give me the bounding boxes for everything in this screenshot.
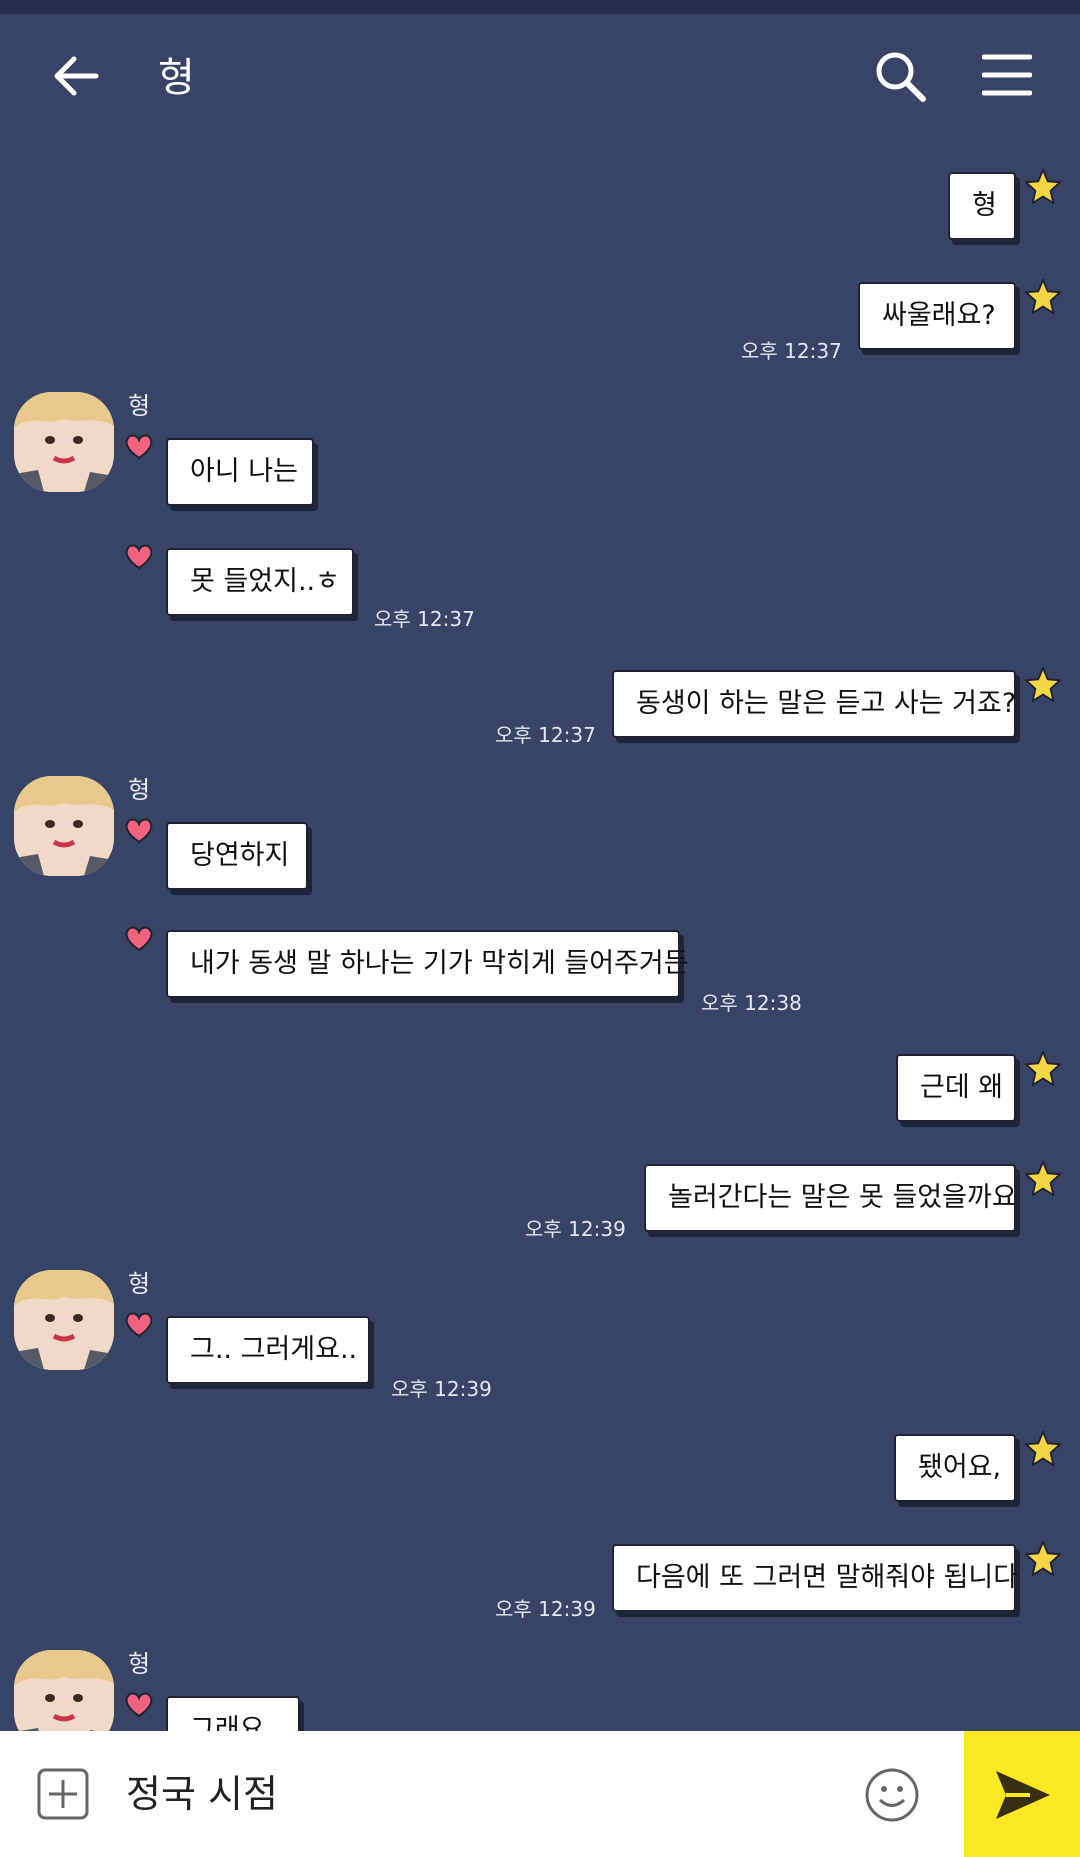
star-icon <box>1024 168 1062 205</box>
menu-icon[interactable] <box>982 52 1032 98</box>
star-icon <box>1024 1160 1062 1197</box>
chat-messages: 형 싸울래요? 오후 12:37 형 아니 나는 못 들었지..ㅎ 오후 12:… <box>0 134 1080 1731</box>
message-time: 오후 12:39 <box>495 1597 596 1621</box>
message-outgoing: 놀러간다는 말은 못 들었을까요 <box>644 1160 1062 1236</box>
heart-icon <box>125 434 153 460</box>
message-bubble[interactable]: 다음에 또 그러면 말해줘야 됩니다 <box>612 1544 1018 1612</box>
emoji-icon[interactable] <box>864 1767 920 1823</box>
avatar[interactable] <box>14 776 114 876</box>
sender-name: 형 <box>128 1270 151 1298</box>
message-bubble[interactable]: 근데 왜 <box>896 1054 1016 1122</box>
star-icon <box>1024 278 1062 315</box>
avatar[interactable] <box>14 1650 114 1731</box>
sender-name: 형 <box>128 776 151 804</box>
message-time: 오후 12:37 <box>495 723 596 747</box>
message-incoming: 아니 나는 <box>125 434 314 510</box>
plus-icon[interactable] <box>36 1767 90 1821</box>
message-bubble[interactable]: 당연하지 <box>166 822 308 890</box>
message-incoming: 그래요 <box>125 1692 300 1731</box>
star-icon <box>1024 666 1062 703</box>
status-bar <box>0 0 1080 14</box>
sender-name: 형 <box>128 392 151 420</box>
avatar[interactable] <box>14 392 114 492</box>
message-bubble[interactable]: 형 <box>948 172 1016 240</box>
heart-icon <box>125 544 153 570</box>
message-incoming: 내가 동생 말 하나는 기가 막히게 들어주거든 <box>125 926 689 1002</box>
message-bubble[interactable]: 동생이 하는 말은 듣고 사는 거죠? <box>612 670 1016 738</box>
search-icon[interactable] <box>872 48 928 104</box>
message-bubble[interactable]: 됐어요, <box>894 1434 1016 1502</box>
heart-icon <box>125 1312 153 1338</box>
message-bubble[interactable]: 그.. 그러게요.. <box>166 1316 370 1384</box>
heart-icon <box>125 926 153 952</box>
message-bubble[interactable]: 못 들었지..ㅎ <box>166 548 354 616</box>
message-time: 오후 12:39 <box>391 1377 492 1401</box>
star-icon <box>1024 1430 1062 1467</box>
message-input[interactable]: 정국 시점 <box>126 1771 278 1817</box>
send-button[interactable] <box>964 1731 1080 1857</box>
chat-title: 형 <box>158 55 195 101</box>
message-outgoing: 근데 왜 <box>896 1050 1062 1126</box>
message-bubble[interactable]: 싸울래요? <box>858 282 1016 350</box>
star-icon <box>1024 1050 1062 1087</box>
heart-icon <box>125 1692 153 1718</box>
message-outgoing: 됐어요, <box>894 1430 1062 1506</box>
message-time: 오후 12:37 <box>374 607 475 631</box>
message-incoming: 당연하지 <box>125 818 308 894</box>
avatar[interactable] <box>14 1270 114 1370</box>
message-time: 오후 12:38 <box>701 991 802 1015</box>
message-incoming: 그.. 그러게요.. <box>125 1312 370 1388</box>
message-outgoing: 싸울래요? <box>858 278 1062 354</box>
sender-name: 형 <box>128 1650 151 1678</box>
message-bubble[interactable]: 내가 동생 말 하나는 기가 막히게 들어주거든 <box>166 930 689 998</box>
message-outgoing: 동생이 하는 말은 듣고 사는 거죠? <box>612 666 1062 742</box>
message-time: 오후 12:39 <box>525 1217 626 1241</box>
heart-icon <box>125 818 153 844</box>
message-bubble[interactable]: 아니 나는 <box>166 438 314 506</box>
back-arrow-icon[interactable] <box>50 50 102 102</box>
message-incoming: 못 들었지..ㅎ <box>125 544 354 620</box>
chat-header: 형 <box>0 14 1080 134</box>
star-icon <box>1024 1540 1062 1577</box>
send-icon <box>996 1771 1050 1819</box>
message-bubble[interactable]: 그래요 <box>166 1696 300 1731</box>
message-input-bar: 정국 시점 <box>0 1731 1080 1857</box>
message-outgoing: 다음에 또 그러면 말해줘야 됩니다 <box>612 1540 1062 1616</box>
message-bubble[interactable]: 놀러간다는 말은 못 들었을까요 <box>644 1164 1017 1232</box>
message-time: 오후 12:37 <box>741 339 842 363</box>
message-outgoing: 형 <box>948 168 1062 244</box>
